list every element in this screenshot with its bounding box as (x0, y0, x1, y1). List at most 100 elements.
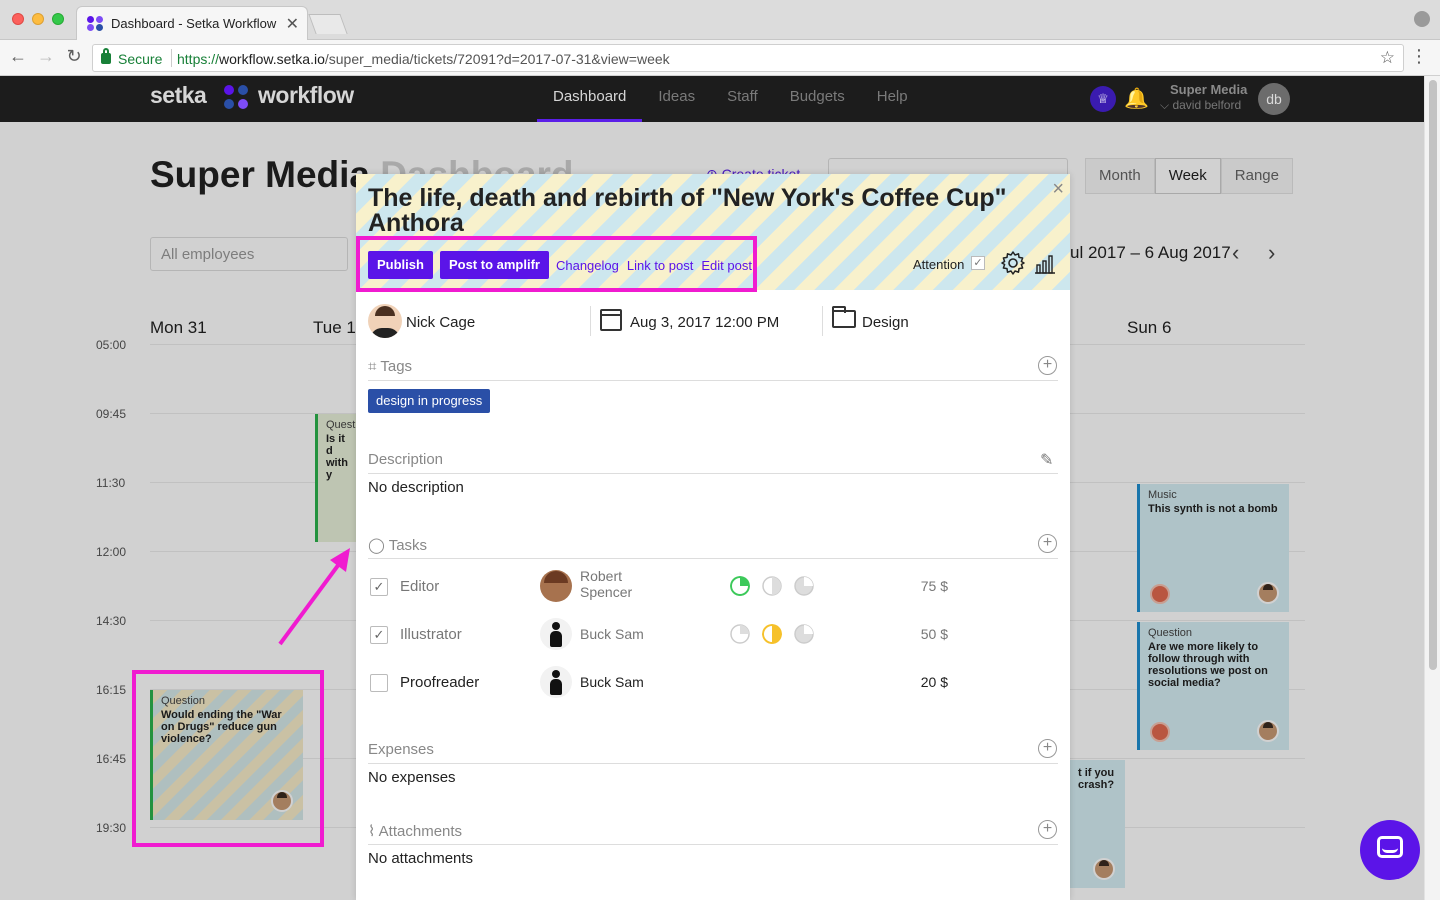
browser-profile-icon[interactable] (1414, 11, 1430, 27)
tag-chip[interactable]: design in progress (368, 389, 491, 413)
add-expense-icon[interactable]: + (1038, 739, 1057, 758)
user-name-text: david belford (1172, 98, 1242, 112)
reload-icon[interactable]: ↻ (62, 46, 86, 67)
progress-pie-icon[interactable] (794, 624, 814, 644)
nav-budgets[interactable]: Budgets (774, 76, 861, 122)
task-checkbox[interactable] (370, 674, 388, 692)
logo-setka[interactable]: setka (150, 82, 207, 109)
window-zoom-button[interactable] (52, 13, 64, 25)
setka-favicon-icon (87, 16, 105, 32)
nav-dashboard[interactable]: Dashboard (537, 76, 643, 122)
chat-launcher-icon[interactable] (1360, 820, 1420, 880)
url-scheme: https:// (177, 51, 220, 67)
meta-divider (590, 306, 591, 336)
attachments-heading: ⌇ Attachments (368, 822, 462, 840)
nav-staff[interactable]: Staff (711, 76, 774, 122)
url-path: /super_media/tickets/72091?d=2017-07-31&… (324, 51, 670, 67)
annotation-highlight-actions (356, 236, 757, 292)
folder-icon (832, 306, 856, 328)
tag-icon: ⌗ (368, 358, 377, 375)
progress-pie-icon[interactable] (730, 624, 750, 644)
task-role: Editor (400, 578, 440, 595)
tags-heading: ⌗ Tags (368, 358, 412, 375)
due-date[interactable]: Aug 3, 2017 12:00 PM (630, 314, 779, 331)
task-assignee-avatar[interactable] (540, 570, 572, 602)
pencil-icon[interactable]: ✎ (1040, 450, 1053, 470)
browser-tab[interactable]: Dashboard - Setka Workflow ✕ (76, 6, 308, 40)
task-assignee-avatar[interactable] (540, 618, 572, 650)
stats-bars-icon[interactable] (1034, 252, 1056, 274)
logo-workflow[interactable]: workflow (258, 82, 354, 109)
task-assignee-avatar[interactable] (540, 666, 572, 698)
attention-label: Attention (913, 257, 965, 272)
main-nav: Dashboard Ideas Staff Budgets Help (537, 76, 924, 122)
expenses-heading: Expenses (368, 741, 434, 758)
url-divider (171, 49, 172, 67)
section-divider (368, 558, 1058, 559)
add-tag-icon[interactable]: + (1038, 356, 1057, 375)
tab-title: Dashboard - Setka Workflow (111, 16, 277, 31)
address-bar[interactable]: Secure https://workflow.setka.io/super_m… (92, 44, 1404, 72)
task-price: 20 $ (920, 674, 948, 690)
progress-pie-icon[interactable] (730, 576, 750, 596)
task-price: 50 $ (920, 626, 948, 642)
section-divider (368, 473, 1058, 474)
tasks-heading: ◯ Tasks (368, 536, 427, 554)
browser-menu-icon[interactable]: ⋮ (1410, 47, 1428, 65)
calendar-icon (600, 309, 622, 331)
task-assignee-name[interactable]: Robert Spencer (580, 568, 632, 600)
new-tab-button[interactable] (308, 14, 348, 34)
description-heading: Description (368, 451, 444, 468)
org-name[interactable]: Super Media (1170, 82, 1247, 97)
task-assignee-name[interactable]: Buck Sam (580, 674, 644, 690)
user-name[interactable]: ⌵ david belford (1160, 98, 1241, 113)
section-divider (368, 380, 1058, 381)
url-host: workflow.setka.io (219, 51, 325, 67)
annotation-highlight-card (132, 670, 324, 847)
attachments-text: No attachments (368, 850, 474, 867)
assignee-name[interactable]: Nick Cage (406, 314, 475, 331)
task-checkbox[interactable]: ✓ (370, 626, 388, 644)
expenses-text: No expenses (368, 769, 456, 786)
task-row-proofreader: Proofreader Buck Sam 20 $ (368, 662, 1058, 702)
bell-icon[interactable]: 🔔 (1124, 86, 1149, 111)
tasks-heading-text: Tasks (388, 537, 428, 554)
section-divider (368, 844, 1058, 845)
description-text: No description (368, 479, 464, 496)
page-scrollbar[interactable] (1424, 76, 1440, 900)
close-icon[interactable]: × (1052, 178, 1064, 201)
trophy-icon[interactable]: ♕ (1090, 86, 1116, 112)
add-attachment-icon[interactable]: + (1038, 820, 1057, 839)
task-price: 75 $ (920, 578, 948, 594)
scroll-thumb[interactable] (1429, 80, 1437, 670)
task-checkbox[interactable]: ✓ (370, 578, 388, 596)
tab-close-icon[interactable]: ✕ (286, 14, 299, 34)
window-minimize-button[interactable] (32, 13, 44, 25)
tags-heading-text: Tags (380, 358, 413, 375)
url-text[interactable]: https://workflow.setka.io/super_media/ti… (177, 51, 670, 67)
attention-checkbox[interactable]: ✓ (971, 256, 985, 270)
logo-dots-icon (224, 85, 252, 113)
progress-pie-icon[interactable] (762, 576, 782, 596)
nav-ideas[interactable]: Ideas (642, 76, 711, 122)
bookmark-star-icon[interactable]: ☆ (1380, 48, 1395, 68)
progress-pie-icon[interactable] (762, 624, 782, 644)
secure-label: Secure (118, 51, 163, 67)
add-task-icon[interactable]: + (1038, 534, 1057, 553)
window-close-button[interactable] (12, 13, 24, 25)
ticket-category[interactable]: Design (862, 314, 909, 331)
back-arrow-icon[interactable]: ← (6, 46, 30, 67)
browser-toolbar: ← → ↻ Secure https://workflow.setka.io/s… (0, 40, 1440, 76)
user-avatar[interactable]: db (1258, 83, 1290, 115)
attachments-heading-text: Attachments (378, 823, 463, 840)
task-role: Illustrator (400, 626, 462, 643)
nav-help[interactable]: Help (861, 76, 924, 122)
task-assignee-last: Spencer (580, 584, 633, 600)
progress-pie-icon[interactable] (794, 576, 814, 596)
forward-arrow-icon[interactable]: → (34, 46, 58, 67)
task-assignee-name[interactable]: Buck Sam (580, 626, 644, 642)
assignee-avatar[interactable] (368, 304, 402, 338)
task-role: Proofreader (400, 674, 480, 691)
person-circle-icon: ◯ (368, 537, 385, 554)
gear-icon[interactable] (1000, 250, 1026, 276)
